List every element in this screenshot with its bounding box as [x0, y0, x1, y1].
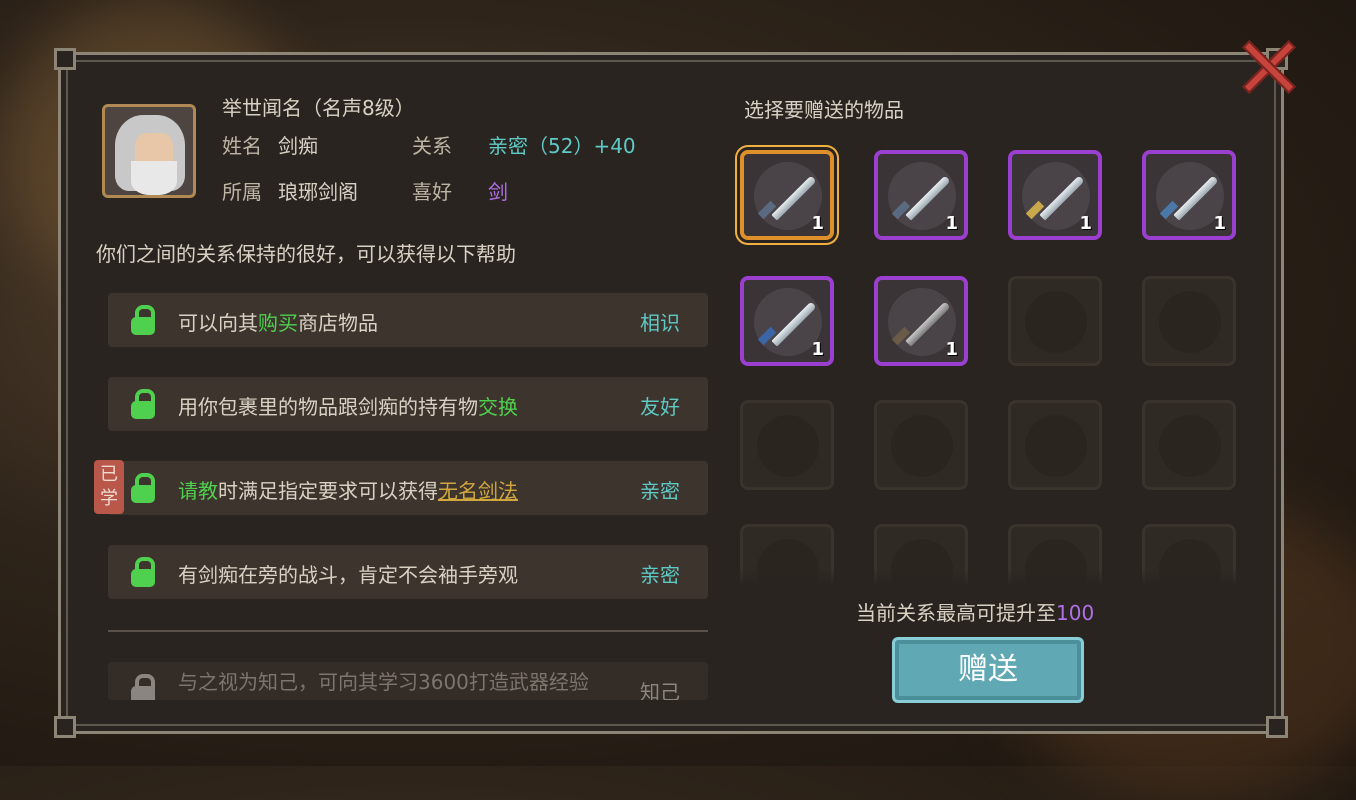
name-label: 姓名 — [222, 134, 262, 158]
sword-icon — [1173, 175, 1219, 221]
benefit-row: 用你包裹里的物品跟剑痴的持有物交换 友好 — [108, 377, 708, 431]
frame-corner — [54, 716, 76, 738]
max-relation-text: 当前关系最高可提升至100 — [856, 601, 1095, 625]
npc-avatar — [102, 104, 196, 198]
empty-slot[interactable] — [1008, 400, 1102, 490]
divider — [108, 630, 708, 632]
item-slot[interactable]: 1 — [740, 150, 834, 240]
required-level: 亲密 — [640, 563, 680, 587]
sword-icon — [1039, 175, 1085, 221]
frame-corner — [1266, 716, 1288, 738]
fame-title: 举世闻名（名声8级） — [222, 96, 415, 120]
learned-badge: 已学 — [94, 460, 124, 514]
empty-slot[interactable] — [1142, 276, 1236, 366]
benefit-row: 有剑痴在旁的战斗，肯定不会袖手旁观 亲密 — [108, 545, 708, 599]
faction-label: 所属 — [222, 180, 262, 204]
unlock-icon — [128, 473, 158, 503]
empty-slot[interactable] — [740, 400, 834, 490]
sword-icon — [905, 301, 951, 347]
item-slot[interactable]: 1 — [1142, 150, 1236, 240]
npc-faction: 琅琊剑阁 — [278, 180, 358, 204]
required-level: 亲密 — [640, 479, 680, 503]
close-button[interactable] — [1240, 38, 1298, 96]
item-slot[interactable]: 1 — [874, 276, 968, 366]
relation-value: 亲密（52）+40 — [488, 134, 636, 158]
sword-icon — [771, 175, 817, 221]
empty-slot[interactable] — [1142, 400, 1236, 490]
unlock-icon — [128, 557, 158, 587]
unlock-icon — [128, 305, 158, 335]
npc-likes: 剑 — [488, 180, 508, 204]
skill-link[interactable]: 无名剑法 — [438, 479, 518, 503]
unlock-icon — [128, 389, 158, 419]
relation-note: 你们之间的关系保持的很好，可以获得以下帮助 — [96, 242, 516, 266]
empty-slot[interactable] — [1008, 276, 1102, 366]
item-slot[interactable]: 1 — [874, 150, 968, 240]
sword-icon — [905, 175, 951, 221]
required-level: 相识 — [640, 311, 680, 335]
required-level: 友好 — [640, 395, 680, 419]
gift-button[interactable]: 赠送 — [892, 637, 1084, 703]
required-level: 知己 — [640, 680, 680, 700]
frame-corner — [54, 48, 76, 70]
likes-label: 喜好 — [412, 180, 452, 204]
benefit-row: 可以向其购买商店物品 相识 — [108, 293, 708, 347]
sword-icon — [771, 301, 817, 347]
relation-label: 关系 — [412, 134, 452, 158]
benefit-row: 请教时满足指定要求可以获得无名剑法 亲密 — [108, 461, 708, 515]
empty-slot[interactable] — [874, 400, 968, 490]
item-slot[interactable]: 1 — [1008, 150, 1102, 240]
benefit-row-locked: 与之视为知己，可向其学习3600打造武器经验 知己 — [108, 662, 708, 700]
lock-icon — [128, 674, 158, 700]
gift-header: 选择要赠送的物品 — [744, 98, 904, 122]
npc-name: 剑痴 — [278, 134, 318, 158]
item-slot[interactable]: 1 — [740, 276, 834, 366]
